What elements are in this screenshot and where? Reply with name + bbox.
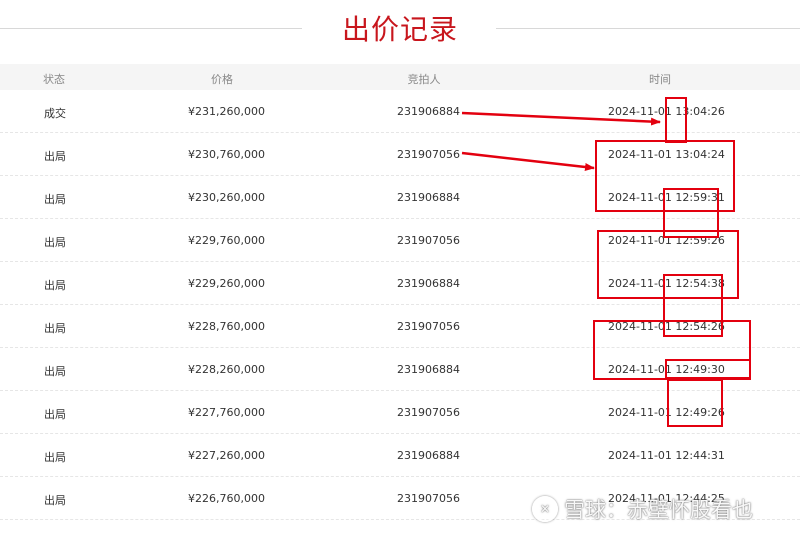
table-row: 出局 ¥230,260,000 231906884 2024-11-01 12:59:… xyxy=(0,176,800,219)
row-time: 2024-11-01 13:04:24 xyxy=(608,148,725,161)
row-price: ¥230,760,000 xyxy=(188,148,265,161)
row-bidder: 231906884 xyxy=(397,105,460,118)
row-time: 2024-11-01 12:54:26 xyxy=(608,320,725,333)
title-divider-right xyxy=(496,28,800,29)
row-status: 出局 xyxy=(44,451,66,464)
header-status: 状态 xyxy=(43,73,65,86)
table-row: 出局 ¥227,260,000 231906884 2024-11-01 12:44:… xyxy=(0,434,800,477)
row-price: ¥227,260,000 xyxy=(188,449,265,462)
table-row: 出局 ¥228,260,000 231906884 2024-11-01 12:49:… xyxy=(0,348,800,391)
row-price: ¥229,260,000 xyxy=(188,277,265,290)
row-status: 出局 xyxy=(44,408,66,421)
row-status: 出局 xyxy=(44,150,66,163)
row-bidder: 231906884 xyxy=(397,363,460,376)
row-bidder: 231907056 xyxy=(397,406,460,419)
row-price: ¥231,260,000 xyxy=(188,105,265,118)
row-time: 2024-11-01 13:04:26 xyxy=(608,105,725,118)
header-bidder: 竞拍人 xyxy=(407,73,441,86)
table-row: 成交 ¥231,260,000 231906884 2024-11-01 13:04:… xyxy=(0,90,800,133)
row-status: 出局 xyxy=(44,236,66,249)
bid-records-table: 成交 ¥231,260,000 231906884 2024-11-01 13:04:… xyxy=(0,90,800,520)
table-row: 出局 ¥228,760,000 231907056 2024-11-01 12:54:… xyxy=(0,305,800,348)
header-time: 时间 xyxy=(649,73,671,86)
row-price: ¥230,260,000 xyxy=(188,191,265,204)
row-time: 2024-11-01 12:44:31 xyxy=(608,449,725,462)
title-bar: 出价记录 xyxy=(0,0,800,60)
row-status: 成交 xyxy=(44,107,66,120)
row-time: 2024-11-01 12:49:26 xyxy=(608,406,725,419)
row-status: 出局 xyxy=(44,279,66,292)
watermark-text: 雪球：赤壁怀股看也 xyxy=(564,498,753,522)
row-time: 2024-11-01 12:59:31 xyxy=(608,191,725,204)
row-status: 出局 xyxy=(44,193,66,206)
snowball-logo-icon: ✕ xyxy=(532,496,558,522)
row-price: ¥226,760,000 xyxy=(188,492,265,505)
row-bidder: 231907056 xyxy=(397,492,460,505)
table-row: 出局 ¥227,760,000 231907056 2024-11-01 12:49:… xyxy=(0,391,800,434)
row-time: 2024-11-01 12:59:26 xyxy=(608,234,725,247)
row-bidder: 231907056 xyxy=(397,234,460,247)
row-status: 出局 xyxy=(44,322,66,335)
row-time: 2024-11-01 12:49:30 xyxy=(608,363,725,376)
watermark: ✕ 雪球：赤壁怀股看也 xyxy=(532,494,753,524)
row-bidder: 231907056 xyxy=(397,320,460,333)
header-price: 价格 xyxy=(211,73,233,86)
table-row: 出局 ¥230,760,000 231907056 2024-11-01 13:04:… xyxy=(0,133,800,176)
row-price: ¥229,760,000 xyxy=(188,234,265,247)
page-title: 出价记录 xyxy=(341,13,458,46)
row-status: 出局 xyxy=(44,365,66,378)
row-price: ¥227,760,000 xyxy=(188,406,265,419)
title-divider-left xyxy=(0,28,302,29)
row-price: ¥228,760,000 xyxy=(188,320,265,333)
table-header: 状态 价格 竞拍人 时间 xyxy=(0,64,800,90)
table-row: 出局 ¥229,260,000 231906884 2024-11-01 12:54:… xyxy=(0,262,800,305)
row-price: ¥228,260,000 xyxy=(188,363,265,376)
row-bidder: 231907056 xyxy=(397,148,460,161)
row-bidder: 231906884 xyxy=(397,191,460,204)
row-bidder: 231906884 xyxy=(397,277,460,290)
row-bidder: 231906884 xyxy=(397,449,460,462)
table-row: 出局 ¥229,760,000 231907056 2024-11-01 12:59:… xyxy=(0,219,800,262)
row-status: 出局 xyxy=(44,494,66,507)
row-time: 2024-11-01 12:54:38 xyxy=(608,277,725,290)
